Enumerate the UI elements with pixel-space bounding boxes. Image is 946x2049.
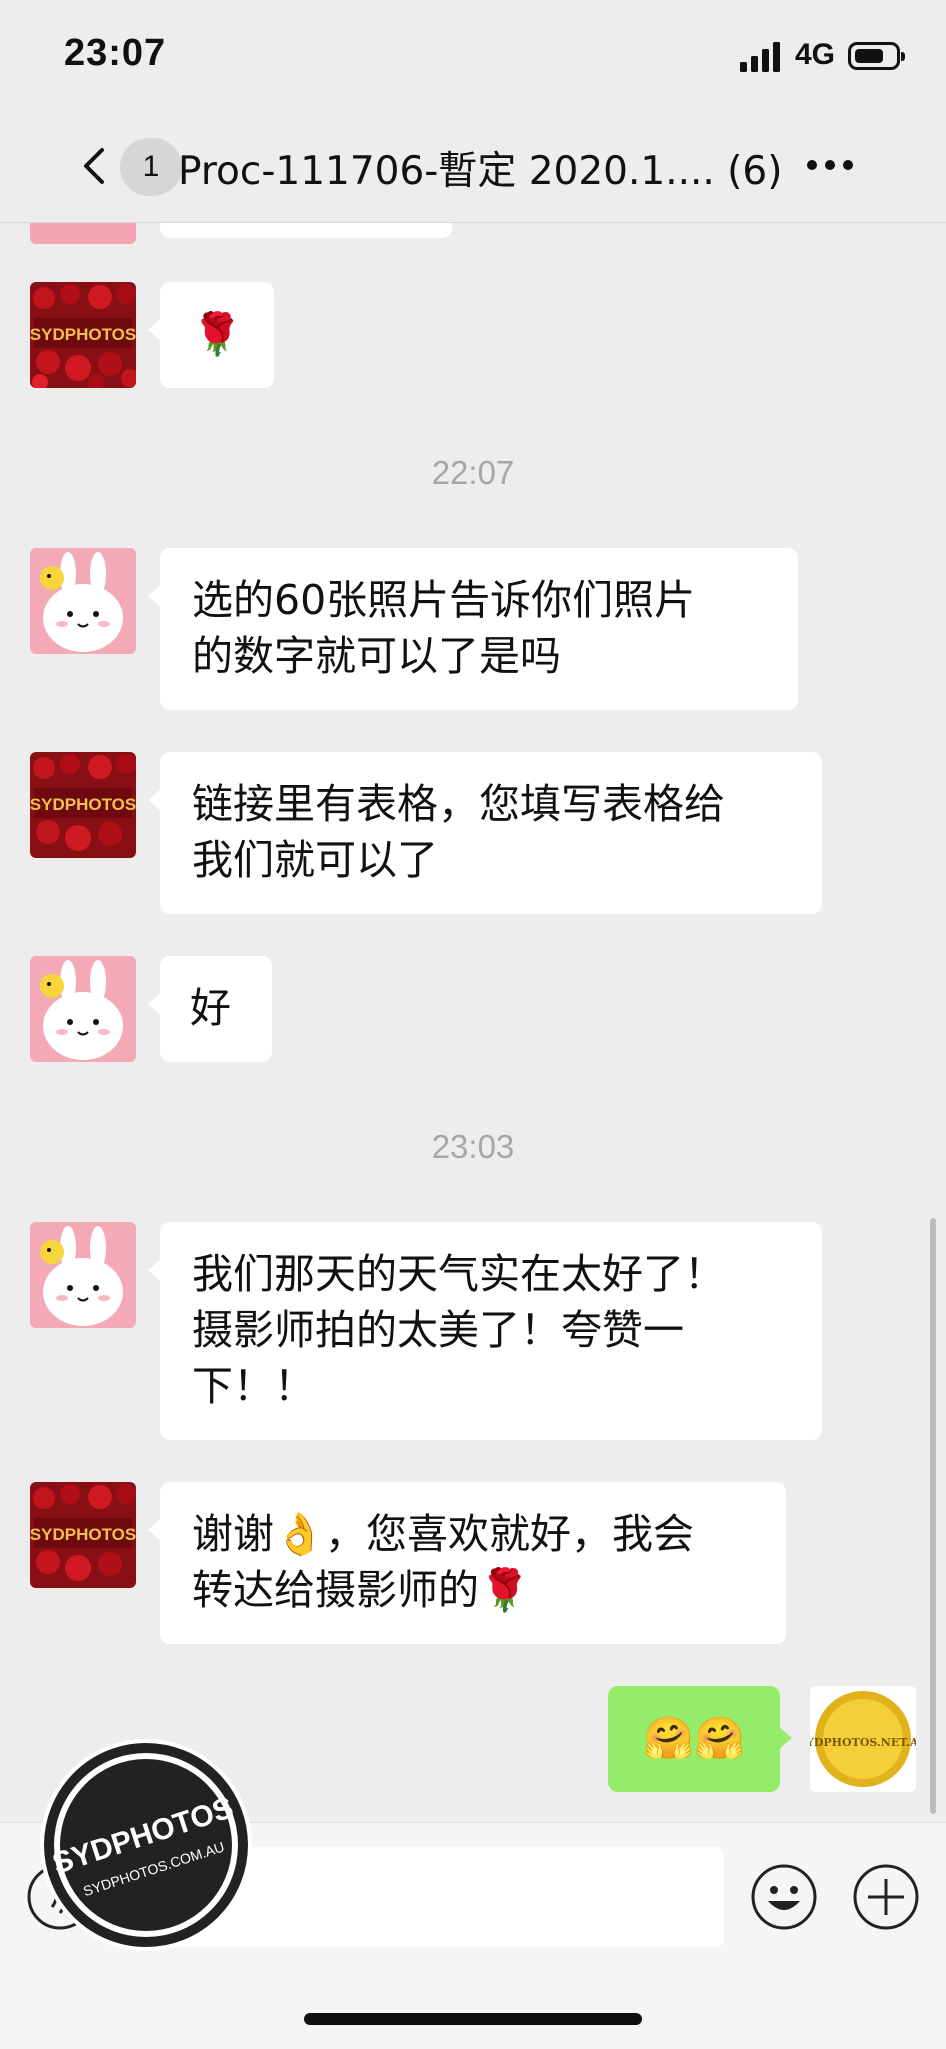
message-text-line: 转达给摄影师的🌹 [192,1566,531,1614]
message-bubble[interactable]: 选的60张照片告诉你们照片 的数字就可以了是吗 [148,548,798,710]
message-bubble-self[interactable]: 🤗🤗 [608,1686,792,1792]
message-text-line: 链接里有表格，您填写表格给 [192,780,725,828]
plus-icon[interactable] [852,1863,920,1931]
shop-logo-text: SYDPHOTOS [30,795,136,814]
message-bubble-partial[interactable] [160,222,452,238]
message-text-line: 摄影师拍的太美了！夸赞一 [192,1306,684,1354]
message-bubble[interactable]: 链接里有表格，您填写表格给 我们就可以了 [148,752,822,914]
message-list[interactable]: SYDPHOTOS 🌹 22:07 选的60张照片告诉你们照片 的数字就可以了是… [0,222,946,1822]
avatar-self[interactable]: SYDPHOTOS.NET.AU [810,1686,916,1792]
signal-icon [740,42,780,72]
scrollbar[interactable] [930,1218,936,1814]
self-badge-text: SYDPHOTOS.NET.AU [810,1736,916,1749]
avatar-contact-bunny[interactable] [30,548,136,654]
avatar-contact-bunny[interactable] [30,956,136,1062]
avatar-shop[interactable]: SYDPHOTOS [30,1482,136,1588]
message-text-line: 我们那天的天气实在太好了！ [192,1250,725,1298]
message-text: 🤗🤗 [642,1714,746,1762]
message-text: 🌹 [191,310,243,358]
message-text: 好 [190,984,231,1032]
message-bubble[interactable]: 谢谢👌，您喜欢就好，我会 转达给摄影师的🌹 [148,1482,786,1644]
avatar-contact-bunny[interactable] [30,1222,136,1328]
more-icon[interactable] [806,158,854,172]
status-bar: 23:07 4G [0,0,946,110]
avatar-shop[interactable]: SYDPHOTOS [30,752,136,858]
chat-title: Proc-111706-暫定 2020.1.... (6) [178,149,783,194]
message-text-line: 我们就可以了 [192,836,438,884]
emoji-icon[interactable] [750,1863,818,1931]
message-bubble[interactable]: 我们那天的天气实在太好了！ 摄影师拍的太美了！夸赞一 下！！ [148,1222,822,1440]
avatar-contact-b[interactable] [30,222,136,244]
message-text-line: 下！！ [192,1362,315,1410]
timestamp: 23:03 [431,1128,515,1165]
watermark-logo: SYDPHOTOS SYDPHOTOS.COM.AU [40,1739,252,1951]
chat-header: 1 Proc-111706-暫定 2020.1.... (6) [0,110,946,223]
status-time: 23:07 [64,32,167,74]
message-text-line: 选的60张照片告诉你们照片 [192,576,696,624]
message-bubble[interactable]: 好 [148,956,272,1062]
shop-logo-text: SYDPHOTOS [30,1525,136,1544]
shop-logo-text: SYDPHOTOS [30,325,136,344]
back-icon[interactable] [76,146,116,186]
message-text-line: 谢谢👌，您喜欢就好，我会 [192,1510,695,1558]
avatar-shop[interactable]: SYDPHOTOS [30,282,136,388]
timestamp: 22:07 [431,454,515,491]
home-indicator[interactable] [304,2013,642,2025]
message-bubble-rose[interactable]: 🌹 [148,282,274,388]
network-type: 4G [795,38,836,71]
message-text-line: 的数字就可以了是吗 [192,632,561,680]
unread-count-badge[interactable]: 1 [120,138,182,196]
battery-icon [848,42,905,70]
